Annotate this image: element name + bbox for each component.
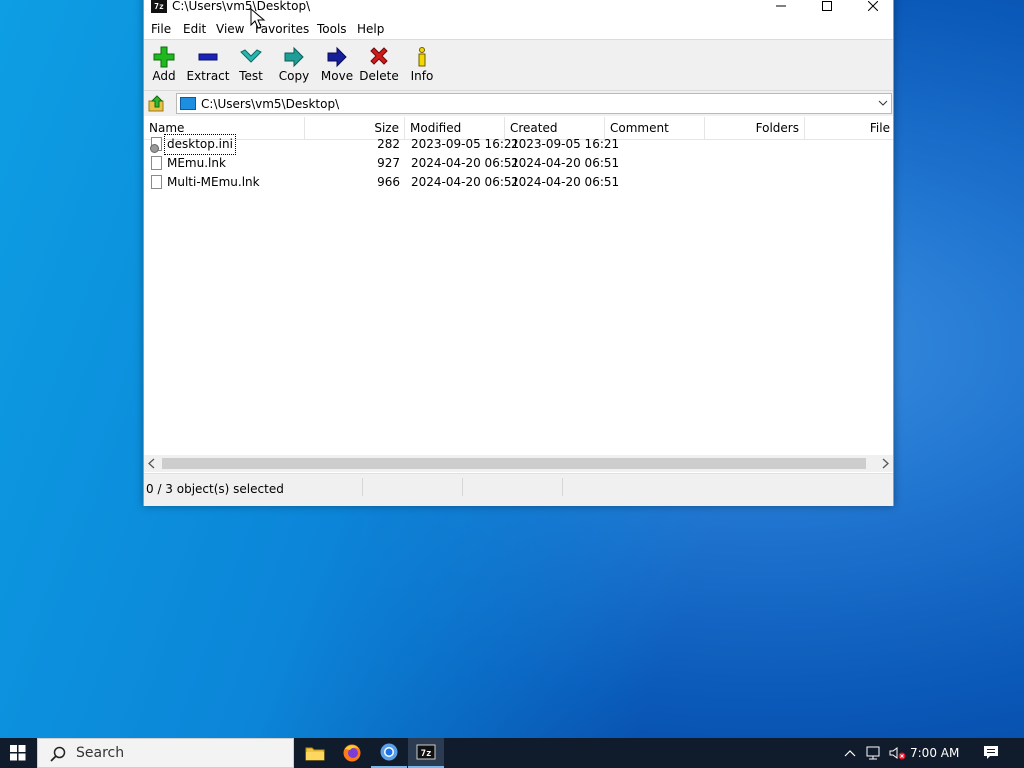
move-label: Move [320, 69, 354, 83]
file-icon [151, 156, 162, 170]
7zip-icon: 7z [416, 744, 436, 760]
file-list[interactable]: Name Size Modified Created Comment Folde… [144, 117, 893, 455]
svg-text:7z: 7z [421, 749, 432, 759]
search-icon [50, 746, 66, 762]
info-label: Info [410, 69, 434, 83]
scroll-right-icon[interactable] [880, 458, 890, 469]
file-modified: 2024-04-20 06:51 [411, 175, 520, 189]
network-tray-button[interactable] [863, 738, 885, 768]
scroll-left-icon[interactable] [147, 458, 157, 469]
status-divider [462, 478, 463, 496]
desktop-folder-icon [180, 97, 196, 110]
action-center-button[interactable] [976, 738, 1006, 768]
mouse-cursor-icon [250, 8, 266, 29]
windows-logo-icon [10, 745, 26, 761]
file-size: 282 [377, 137, 400, 151]
menu-view[interactable]: View [216, 22, 244, 36]
add-label: Add [152, 69, 176, 83]
search-label: Search [76, 745, 125, 761]
status-bar: 0 / 3 object(s) selected [144, 473, 893, 506]
close-icon [868, 1, 878, 11]
up-arrow-folder-icon [148, 95, 164, 112]
volume-tray-button[interactable] [886, 738, 908, 768]
file-name: Multi-MEmu.lnk [167, 175, 260, 189]
notification-icon [984, 746, 998, 759]
file-size: 927 [377, 156, 400, 170]
file-created: 2024-04-20 06:51 [511, 175, 620, 189]
chevron-up-icon [844, 750, 856, 757]
test-button[interactable]: Test [229, 42, 273, 88]
status-divider [562, 478, 563, 496]
taskbar-firefox[interactable] [334, 738, 370, 768]
chevron-down-icon[interactable] [878, 98, 888, 108]
test-label: Test [239, 69, 263, 83]
start-button[interactable] [0, 738, 36, 768]
taskbar-file-explorer[interactable] [297, 738, 333, 768]
extract-label: Extract [186, 69, 230, 83]
file-name: desktop.ini [164, 134, 236, 155]
info-icon [418, 47, 426, 67]
scrollbar-thumb[interactable] [162, 458, 866, 469]
chrome-icon [380, 743, 398, 761]
taskbar: Search 7z 7:00 AM [0, 738, 1024, 768]
file-row-memu-lnk[interactable]: MEmu.lnk 927 2024-04-20 06:51 2024-04-20… [144, 154, 893, 173]
7zip-app-icon: 7z [151, 0, 167, 13]
menu-help[interactable]: Help [357, 22, 384, 36]
taskbar-chrome[interactable] [371, 738, 407, 768]
minimize-icon [776, 5, 786, 7]
horizontal-scrollbar[interactable] [144, 455, 893, 472]
extract-button[interactable]: Extract [186, 42, 230, 88]
delete-icon [370, 47, 388, 65]
delete-label: Delete [359, 69, 399, 83]
selection-status: 0 / 3 object(s) selected [146, 482, 284, 496]
status-divider [362, 478, 363, 496]
file-created: 2024-04-20 06:51 [511, 156, 620, 170]
settings-file-icon [150, 137, 162, 153]
move-icon [327, 46, 347, 68]
path-combobox[interactable]: C:\Users\vm5\Desktop\ [176, 93, 892, 114]
address-bar: C:\Users\vm5\Desktop\ [144, 91, 893, 116]
window-title: C:\Users\vm5\Desktop\ [172, 0, 311, 13]
taskbar-clock[interactable]: 7:00 AM [910, 746, 959, 760]
copy-icon [284, 46, 304, 68]
file-explorer-icon [305, 747, 325, 761]
file-row-desktop-ini[interactable]: desktop.ini 282 2023-09-05 16:21 2023-09… [144, 134, 893, 155]
file-icon [151, 175, 162, 189]
file-name: MEmu.lnk [167, 156, 226, 170]
file-row-multi-memu-lnk[interactable]: Multi-MEmu.lnk 966 2024-04-20 06:51 2024… [144, 173, 893, 192]
maximize-icon [822, 1, 832, 11]
file-modified: 2024-04-20 06:51 [411, 156, 520, 170]
file-created: 2023-09-05 16:21 [511, 137, 620, 151]
menu-file[interactable]: File [151, 22, 171, 36]
taskbar-search-box[interactable]: Search [37, 738, 294, 768]
menu-tools[interactable]: Tools [317, 22, 347, 36]
firefox-icon [343, 744, 361, 762]
file-modified: 2023-09-05 16:21 [411, 137, 520, 151]
copy-label: Copy [278, 69, 310, 83]
path-text: C:\Users\vm5\Desktop\ [201, 97, 340, 111]
menu-edit[interactable]: Edit [183, 22, 206, 36]
delete-button[interactable]: Delete [357, 42, 401, 88]
volume-muted-icon [889, 747, 906, 760]
test-icon [240, 49, 262, 63]
up-folder-button[interactable] [147, 94, 167, 114]
move-button[interactable]: Move [315, 42, 359, 88]
add-icon [153, 46, 175, 68]
extract-icon [198, 53, 218, 61]
add-button[interactable]: Add [142, 42, 186, 88]
7zip-file-manager-window: 7z C:\Users\vm5\Desktop\ File Edit View … [143, 0, 894, 506]
maximize-button[interactable] [804, 0, 850, 19]
file-size: 966 [377, 175, 400, 189]
toolbar: Add Extract Test Copy Move Delete Info [144, 40, 893, 91]
info-button[interactable]: Info [400, 42, 444, 88]
show-hidden-icons-button[interactable] [840, 738, 860, 768]
copy-button[interactable]: Copy [272, 42, 316, 88]
taskbar-7zip[interactable]: 7z [408, 738, 444, 768]
minimize-button[interactable] [758, 0, 804, 19]
close-button[interactable] [850, 0, 896, 19]
network-icon [866, 746, 880, 760]
